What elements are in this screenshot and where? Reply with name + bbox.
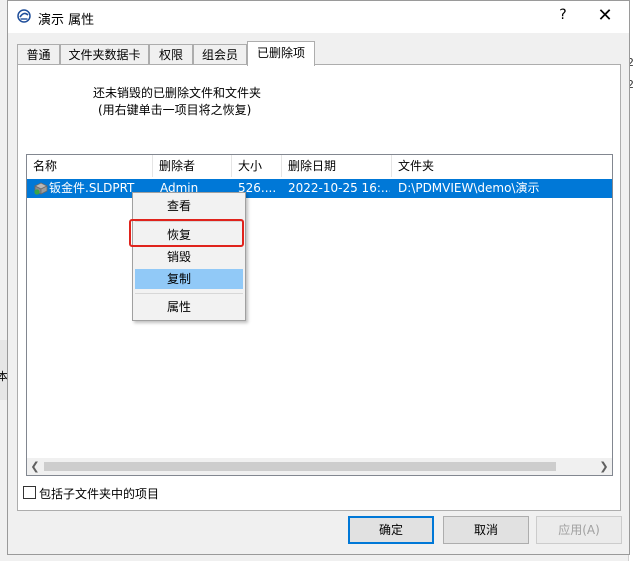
tab-folder-card[interactable]: 文件夹数据卡 <box>60 44 149 64</box>
column-header-name[interactable]: 名称 <box>27 155 153 177</box>
part-file-icon <box>34 182 48 195</box>
scroll-left-icon[interactable]: ❮ <box>27 459 43 475</box>
app-icon <box>17 9 31 23</box>
dialog-title: 演示 属性 <box>38 13 95 28</box>
menu-item-properties[interactable]: 属性 <box>135 297 243 317</box>
info-hint: (用右键单击一项目将之恢复) <box>98 103 252 117</box>
context-menu: 查看 恢复 销毁 复制 属性 <box>132 192 246 321</box>
cancel-button[interactable]: 取消 <box>443 516 529 544</box>
restore-highlight-annotation <box>129 219 244 247</box>
menu-item-copy[interactable]: 复制 <box>135 269 243 289</box>
column-header-size[interactable]: 大小 <box>232 155 282 177</box>
column-header-date[interactable]: 删除日期 <box>282 155 392 177</box>
horizontal-scrollbar[interactable]: ❮ ❯ <box>27 458 612 475</box>
cell-folder: D:\PDMVIEW\demo\演示 <box>398 181 540 195</box>
apply-button[interactable]: 应用(A) <box>536 516 622 544</box>
list-header: 名称 删除者 大小 删除日期 文件夹 <box>27 155 612 177</box>
column-header-deleted-by[interactable]: 删除者 <box>153 155 232 177</box>
menu-item-view[interactable]: 查看 <box>135 196 243 216</box>
tab-permissions[interactable]: 权限 <box>149 44 193 64</box>
menu-item-destroy[interactable]: 销毁 <box>135 247 243 267</box>
tab-deleted-items[interactable]: 已删除项 <box>247 41 315 66</box>
help-button[interactable]: ? <box>553 7 573 23</box>
include-subfolders-label[interactable]: 包括子文件夹中的项目 <box>39 485 159 502</box>
table-row[interactable]: 钣金件.SLDPRT Admin 526.... 2022-10-25 16:.… <box>27 179 612 198</box>
scrollbar-thumb[interactable] <box>44 462 556 471</box>
tab-panel: 还未销毁的已删除文件和文件夹 (用右键单击一项目将之恢复) 名称 删除者 大小 … <box>17 64 621 511</box>
menu-separator <box>135 293 243 294</box>
scroll-right-icon[interactable]: ❯ <box>596 459 612 475</box>
include-subfolders-checkbox[interactable] <box>23 486 36 499</box>
tab-general[interactable]: 普通 <box>17 44 60 64</box>
properties-dialog: 演示 属性 ? ✕ 普通 文件夹数据卡 权限 组会员 已删除项 还未销毁的已删除… <box>7 0 630 555</box>
info-text: 还未销毁的已删除文件和文件夹 <box>93 86 262 100</box>
close-button[interactable]: ✕ <box>595 5 615 26</box>
ok-button[interactable]: 确定 <box>348 516 434 544</box>
tab-group-members[interactable]: 组会员 <box>193 44 247 64</box>
cell-date: 2022-10-25 16:... <box>288 181 390 195</box>
column-header-folder[interactable]: 文件夹 <box>392 155 612 177</box>
deleted-items-list[interactable]: 名称 删除者 大小 删除日期 文件夹 钣金件.SLDPRT Admin 526.… <box>26 154 613 476</box>
title-bar[interactable]: 演示 属性 ? ✕ <box>8 1 629 33</box>
